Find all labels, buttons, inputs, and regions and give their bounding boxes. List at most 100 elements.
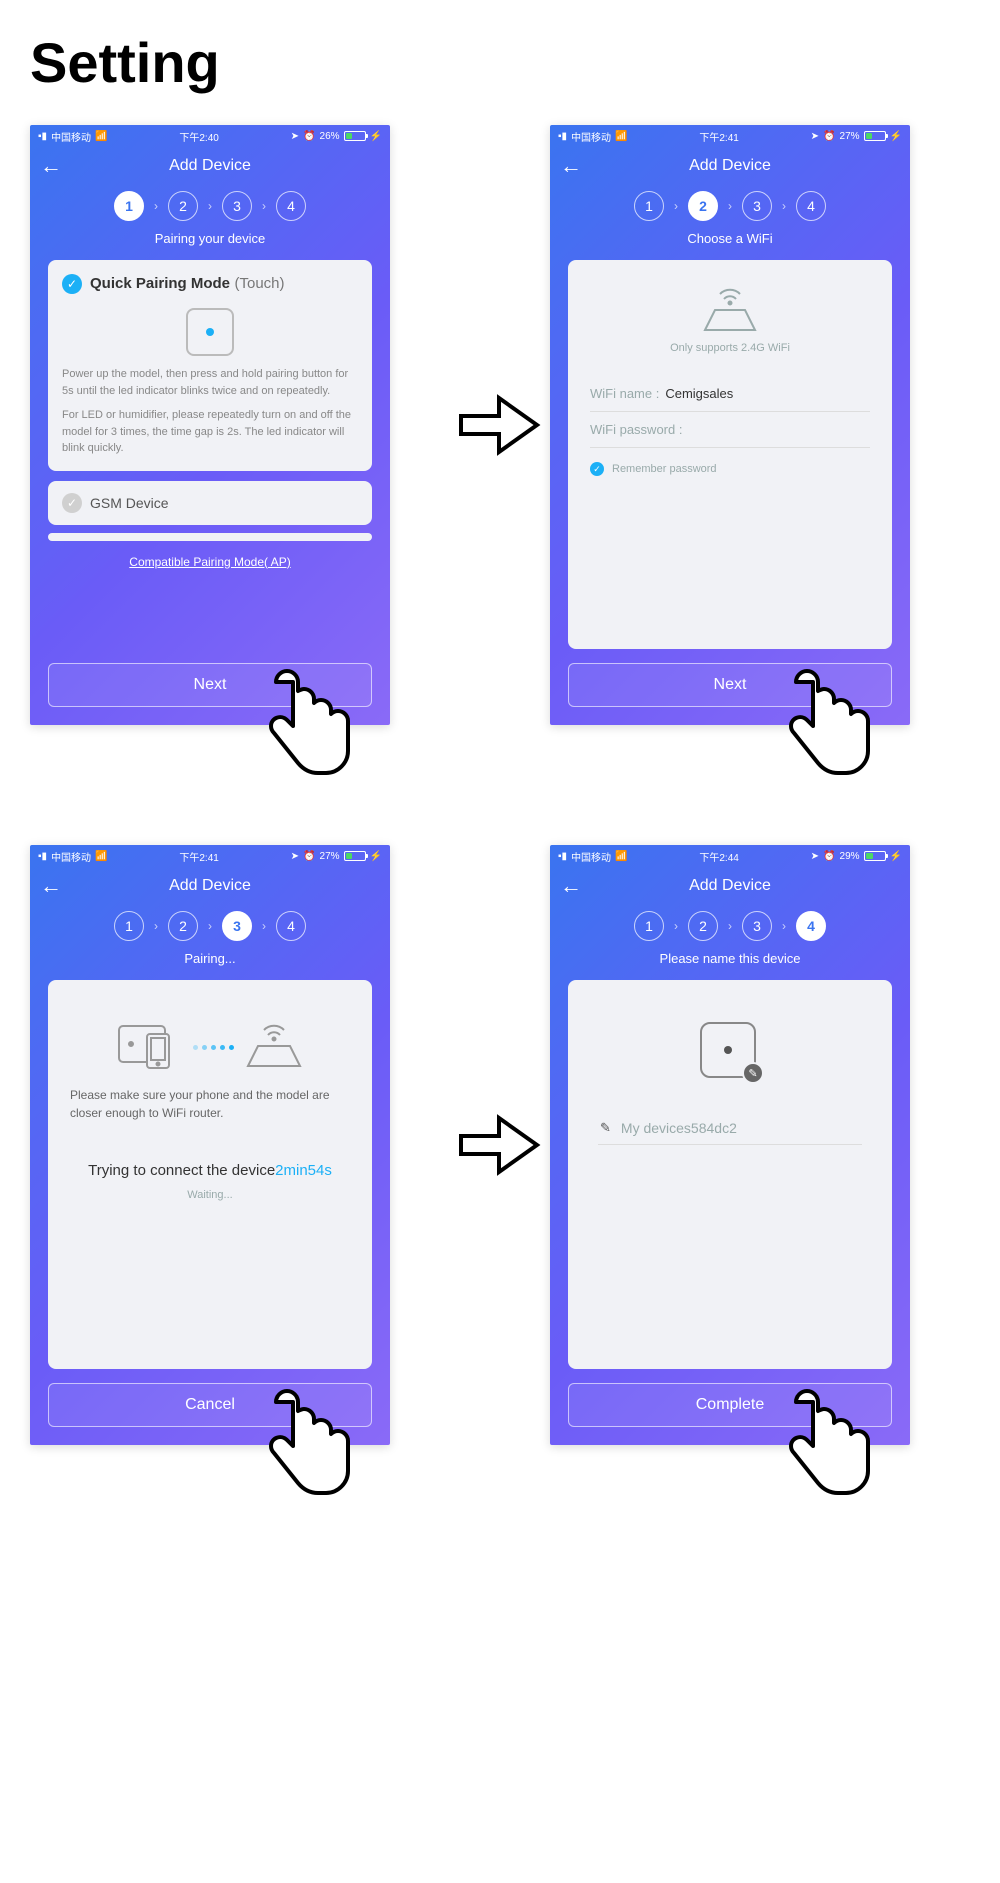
clock-label: 下午2:40 <box>179 129 218 144</box>
status-bar: ▪▮ 中国移动 📶 下午2:40 ➤ ⏰ 26% ⚡ <box>30 125 390 147</box>
carrier-label: 中国移动 <box>571 849 611 864</box>
next-button[interactable]: Next <box>568 663 892 707</box>
trying-label: Trying to connect the device <box>88 1162 275 1179</box>
card-peek <box>48 533 372 541</box>
wifi-name-value: Cemigsales <box>665 386 733 401</box>
connection-status: Trying to connect the device2min54s <box>66 1162 354 1179</box>
step-3[interactable]: 3 <box>742 191 772 221</box>
location-icon: ➤ <box>291 131 299 142</box>
gsm-device-card[interactable]: ✓ GSM Device <box>48 481 372 525</box>
back-button[interactable]: ← <box>40 153 66 179</box>
page-title: Setting <box>30 30 970 95</box>
stepper: 1› 2› 3› 4 <box>550 191 910 221</box>
step-4[interactable]: 4 <box>796 911 826 941</box>
step-2[interactable]: 2 <box>688 911 718 941</box>
step-2[interactable]: 2 <box>688 191 718 221</box>
nav-bar: ← Add Device <box>550 867 910 905</box>
wifi-password-field[interactable]: WiFi password : <box>590 412 870 448</box>
location-icon: ➤ <box>811 851 819 862</box>
signal-icon: ▪▮ <box>38 851 47 862</box>
step-2[interactable]: 2 <box>168 191 198 221</box>
help-text-1: Power up the model, then press and hold … <box>62 366 358 399</box>
charging-icon: ⚡ <box>370 851 382 862</box>
signal-icon: ▪▮ <box>558 131 567 142</box>
arrow-right-icon <box>450 125 550 725</box>
nav-title: Add Device <box>586 877 874 895</box>
back-button[interactable]: ← <box>560 153 586 179</box>
alarm-icon: ⏰ <box>823 131 835 142</box>
device-name-value: My devices584dc2 <box>621 1120 737 1136</box>
cancel-button[interactable]: Cancel <box>48 1383 372 1427</box>
wifi-card: Only supports 2.4G WiFi WiFi name : Cemi… <box>568 260 892 649</box>
progress-dots <box>191 1037 236 1055</box>
screen-3: ▪▮ 中国移动 📶 下午2:41 ➤ ⏰ 27% ⚡ ← Add <box>30 845 390 1445</box>
wifi-icon: 📶 <box>615 131 627 142</box>
screen-2: ▪▮ 中国移动 📶 下午2:41 ➤ ⏰ 27% ⚡ ← Add <box>550 125 910 725</box>
step-1[interactable]: 1 <box>114 191 144 221</box>
nav-bar: ← Add Device <box>30 867 390 905</box>
battery-pct: 27% <box>320 851 340 862</box>
step-1[interactable]: 1 <box>114 911 144 941</box>
arrow-right-icon <box>450 845 550 1445</box>
step-2[interactable]: 2 <box>168 911 198 941</box>
signal-icon: ▪▮ <box>38 131 47 142</box>
step-1[interactable]: 1 <box>634 911 664 941</box>
step-subtitle: Pairing... <box>30 951 390 966</box>
signal-icon: ▪▮ <box>558 851 567 862</box>
device-name-field[interactable]: ✎ My devices584dc2 <box>598 1112 862 1145</box>
mode-subtitle: (Touch) <box>234 275 284 292</box>
step-3[interactable]: 3 <box>222 911 252 941</box>
charging-icon: ⚡ <box>890 851 902 862</box>
wifi-name-field[interactable]: WiFi name : Cemigsales <box>590 376 870 412</box>
alarm-icon: ⏰ <box>823 851 835 862</box>
back-button[interactable]: ← <box>560 873 586 899</box>
battery-pct: 29% <box>840 851 860 862</box>
step-subtitle: Please name this device <box>550 951 910 966</box>
screen-1: ▪▮ 中国移动 📶 下午2:40 ➤ ⏰ 26% ⚡ ← Add <box>30 125 390 725</box>
step-1[interactable]: 1 <box>634 191 664 221</box>
battery-icon <box>344 131 366 141</box>
next-button[interactable]: Next <box>48 663 372 707</box>
router-icon <box>242 1020 306 1072</box>
step-3[interactable]: 3 <box>742 911 772 941</box>
charging-icon: ⚡ <box>890 131 902 142</box>
carrier-label: 中国移动 <box>51 849 91 864</box>
mode-title: Quick Pairing Mode <box>90 275 230 292</box>
step-4[interactable]: 4 <box>276 911 306 941</box>
alarm-icon: ⏰ <box>303 851 315 862</box>
stepper: 1› 2› 3› 4 <box>550 911 910 941</box>
remember-label: Remember password <box>612 463 717 475</box>
step-4[interactable]: 4 <box>276 191 306 221</box>
back-button[interactable]: ← <box>40 873 66 899</box>
pairing-graphic <box>66 1020 354 1072</box>
alarm-icon: ⏰ <box>303 131 315 142</box>
step-subtitle: Choose a WiFi <box>550 231 910 246</box>
wifi-icon: 📶 <box>95 851 107 862</box>
remember-password-toggle[interactable]: ✓ Remember password <box>590 462 870 476</box>
wifi-name-label: WiFi name : <box>590 386 659 401</box>
clock-label: 下午2:44 <box>699 849 738 864</box>
nav-title: Add Device <box>66 877 354 895</box>
wifi-icon: 📶 <box>95 131 107 142</box>
battery-icon <box>864 131 886 141</box>
nav-bar: ← Add Device <box>30 147 390 185</box>
edit-icon[interactable]: ✎ <box>742 1062 764 1084</box>
battery-pct: 26% <box>320 131 340 142</box>
pen-icon: ✎ <box>600 1120 611 1136</box>
step-4[interactable]: 4 <box>796 191 826 221</box>
pairing-card: Please make sure your phone and the mode… <box>48 980 372 1369</box>
waiting-label: Waiting... <box>66 1189 354 1201</box>
status-bar: ▪▮ 中国移动 📶 下午2:41 ➤ ⏰ 27% ⚡ <box>550 125 910 147</box>
step-3[interactable]: 3 <box>222 191 252 221</box>
trying-timer: 2min54s <box>275 1162 332 1179</box>
router-icon <box>695 286 765 336</box>
nav-bar: ← Add Device <box>550 147 910 185</box>
quick-pairing-card[interactable]: ✓ Quick Pairing Mode (Touch) Power up th… <box>48 260 372 471</box>
wifi-password-label: WiFi password : <box>590 422 682 437</box>
complete-button[interactable]: Complete <box>568 1383 892 1427</box>
battery-pct: 27% <box>840 131 860 142</box>
device-icon[interactable]: ✎ <box>700 1022 760 1082</box>
gsm-label: GSM Device <box>90 495 169 511</box>
compatible-mode-link[interactable]: Compatible Pairing Mode( AP) <box>48 555 372 569</box>
check-icon: ✓ <box>62 274 82 294</box>
